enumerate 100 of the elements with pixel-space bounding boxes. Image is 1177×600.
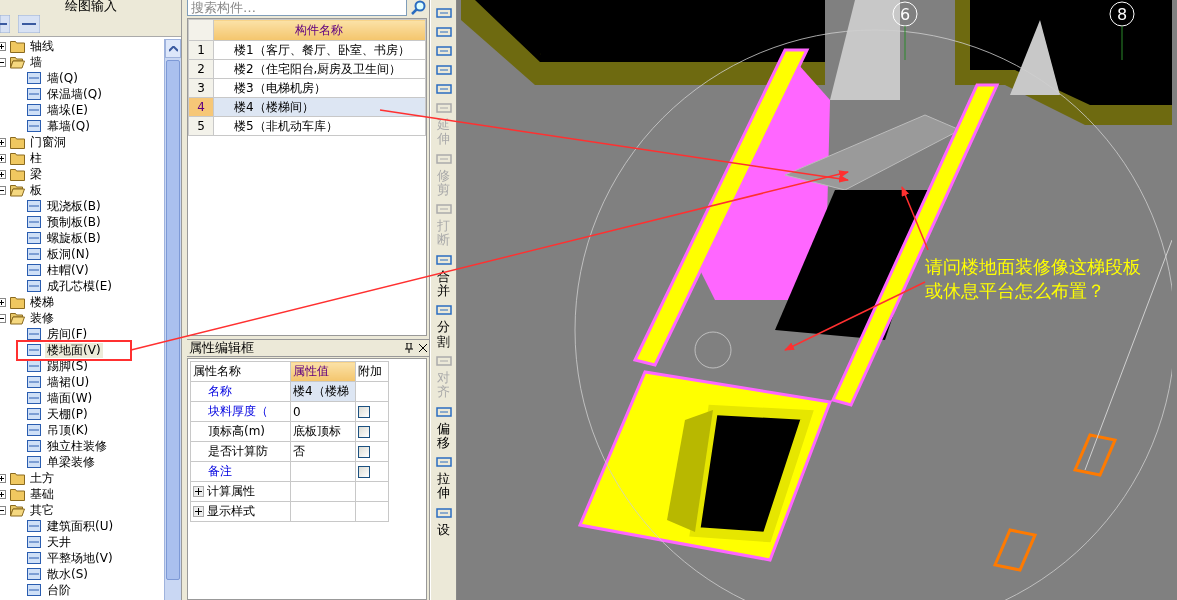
folder-icon [10, 487, 25, 501]
tree-item[interactable]: 其它 [28, 502, 56, 518]
tree-item[interactable]: 板洞(N) [45, 246, 92, 262]
component-icon [26, 519, 42, 533]
tool-icon [435, 353, 452, 368]
expand-icon[interactable] [0, 297, 6, 307]
tree-item[interactable]: 现浇板(B) [45, 198, 103, 214]
tree-item[interactable]: 踢脚(S) [45, 358, 90, 374]
tree-item[interactable]: 保温墙(Q) [45, 86, 104, 102]
column-header: 属性值 [290, 361, 356, 382]
tree-item[interactable]: 梁 [28, 166, 44, 182]
tool-icon [435, 455, 452, 470]
tool-icon [435, 252, 452, 267]
checkbox[interactable] [358, 445, 370, 458]
column-header[interactable]: 构件名称 [213, 19, 426, 41]
pin-icon[interactable] [405, 343, 413, 353]
search-field[interactable]: 搜索构件… [187, 0, 407, 16]
tool-icon [435, 82, 452, 96]
table-cell[interactable]: 楼2（住宅阳台,厨房及卫生间） [213, 59, 426, 79]
axis-label: 6 [899, 5, 911, 24]
component-icon [26, 455, 42, 469]
tool-button[interactable]: 偏移 [432, 404, 455, 451]
property-name: 块料厚度（ [190, 401, 291, 422]
tree-item[interactable]: 平整场地(V) [45, 550, 115, 566]
collapse-icon[interactable] [0, 313, 6, 323]
tool-icon [435, 63, 452, 77]
tree-item[interactable]: 墙面(W) [45, 390, 95, 406]
annotation-text: 请问楼地面装修像这梯段板或休息平台怎么布置？ [925, 255, 1142, 303]
tree-item[interactable]: 台阶 [45, 582, 73, 598]
tree-item[interactable]: 预制板(B) [45, 214, 103, 230]
tree-item[interactable]: 独立柱装修 [45, 438, 109, 454]
checkbox[interactable] [358, 425, 370, 438]
tree-item[interactable]: 天井 [45, 534, 73, 550]
property-value[interactable]: 0 [290, 401, 356, 422]
tree-item[interactable]: 楼地面(V) [45, 342, 103, 358]
tree-item[interactable]: 板 [28, 182, 44, 198]
property-value[interactable]: 底板顶标 [290, 421, 356, 442]
close-icon[interactable] [419, 344, 427, 352]
expand-icon[interactable] [0, 489, 6, 499]
component-icon [26, 551, 42, 565]
tool-button[interactable]: 设 [432, 505, 455, 538]
component-icon [26, 231, 42, 245]
expand-icon[interactable] [0, 153, 6, 163]
scroll-up-icon[interactable] [168, 45, 178, 52]
component-icon [26, 215, 42, 229]
tree-item[interactable]: 土方 [28, 470, 56, 486]
tree-item[interactable]: 螺旋板(B) [45, 230, 103, 246]
component-icon [26, 87, 42, 101]
tree-item[interactable]: 吊顶(K) [45, 422, 91, 438]
tree-item[interactable]: 轴线 [28, 38, 56, 54]
collapse-icon[interactable] [0, 505, 6, 515]
tree-item[interactable]: 单梁装修 [45, 454, 97, 470]
tree-item[interactable]: 门窗洞 [28, 134, 68, 150]
expand-icon[interactable] [193, 486, 204, 497]
tree-item[interactable]: 幕墙(Q) [45, 118, 92, 134]
expand-icon[interactable] [193, 506, 204, 517]
axis-marker [1109, 1, 1135, 61]
tool-button[interactable]: 合并 [432, 252, 455, 299]
tree-item[interactable]: 柱 [28, 150, 44, 166]
property-value[interactable]: 否 [290, 441, 356, 462]
tree-item[interactable]: 散水(S) [45, 566, 90, 582]
tree-item[interactable]: 墙 [28, 54, 44, 70]
tool-icon [435, 303, 452, 318]
tree-item[interactable]: 建筑面积(U) [45, 518, 116, 534]
expand-icon[interactable] [0, 41, 6, 51]
tree-item[interactable]: 成孔芯模(E) [45, 278, 114, 294]
component-icon [26, 199, 42, 213]
component-icon [26, 247, 42, 261]
component-icon [26, 103, 42, 117]
open-folder-icon [10, 311, 25, 325]
scrollbar[interactable] [164, 39, 181, 600]
component-icon [26, 263, 42, 277]
tree-item[interactable]: 墙垛(E) [45, 102, 90, 118]
table-cell[interactable]: 楼5（非机动车库） [213, 116, 426, 136]
tool-button[interactable]: 分割 [432, 303, 455, 349]
tree-item[interactable]: 墙(Q) [45, 70, 80, 86]
collapse-icon[interactable] [0, 57, 6, 67]
expand-icon[interactable] [0, 473, 6, 483]
tree-item[interactable]: 楼梯 [28, 294, 56, 310]
folder-icon [10, 295, 25, 309]
tool-icon [435, 505, 452, 520]
tool-button[interactable]: 拉伸 [432, 455, 455, 501]
annotation-arrow [901, 186, 929, 251]
property-name: 名称 [190, 381, 291, 402]
collapse-icon[interactable] [0, 185, 6, 195]
expand-icon[interactable] [0, 137, 6, 147]
table-cell[interactable]: 楼1（客厅、餐厅、卧室、书房） [213, 40, 426, 60]
tree-item[interactable]: 天棚(P) [45, 406, 90, 422]
tree-item[interactable]: 房间(F) [45, 326, 90, 342]
tree-item[interactable]: 装修 [28, 310, 56, 326]
tree-item[interactable]: 柱帽(V) [45, 262, 91, 278]
table-cell[interactable]: 楼3（电梯机房） [213, 78, 426, 98]
checkbox[interactable] [358, 465, 370, 478]
tree-item[interactable]: 墙裙(U) [45, 374, 92, 390]
component-icon [26, 71, 42, 85]
component-icon [26, 391, 42, 405]
expand-icon[interactable] [0, 169, 6, 179]
checkbox[interactable] [358, 405, 370, 418]
tool-icon [435, 101, 452, 115]
tree-item[interactable]: 基础 [28, 486, 56, 502]
